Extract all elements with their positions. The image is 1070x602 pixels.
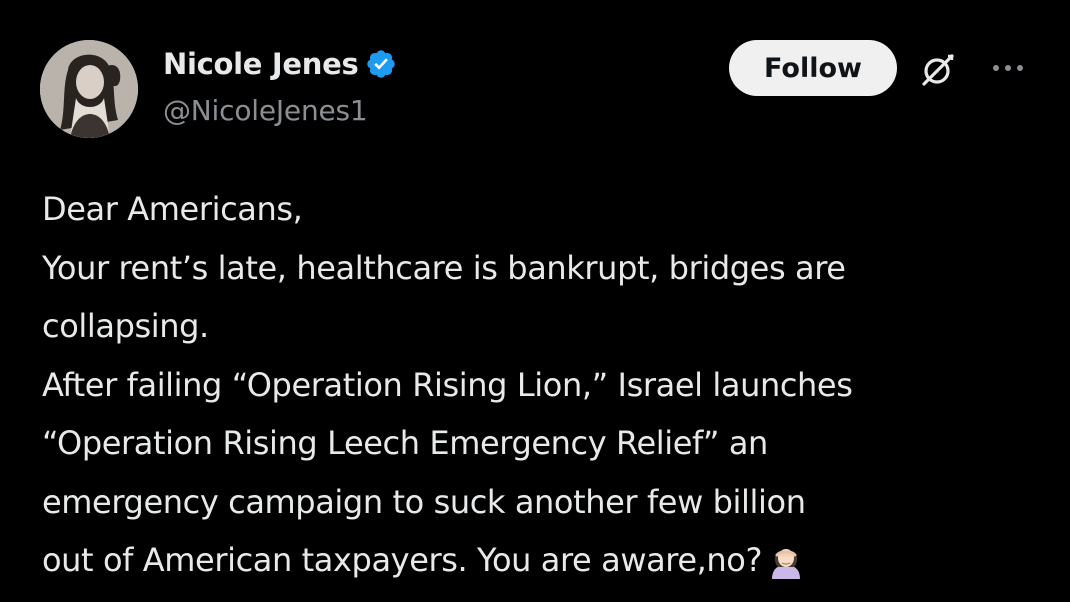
verified-badge-icon[interactable] — [365, 48, 397, 80]
author-display-name[interactable]: Nicole Jenes — [163, 47, 359, 81]
post-line: emergency campaign to suck another few b… — [42, 482, 806, 521]
tweet-card: Nicole Jenes @NicoleJenes1 Follow Dear A… — [0, 0, 1070, 602]
author-handle[interactable]: @NicoleJenes1 — [163, 94, 368, 127]
grok-icon[interactable] — [918, 50, 958, 90]
avatar[interactable] — [40, 40, 138, 138]
more-horizontal-icon[interactable] — [990, 58, 1026, 78]
post-line: collapsing. — [42, 307, 209, 345]
avatar-image — [40, 40, 138, 138]
post-line: After failing “Operation Rising Lion,” I… — [42, 365, 853, 404]
post-line-text: out of American taxpayers. You are aware… — [42, 541, 763, 579]
post-text: Dear Americans, Your rent’s late, health… — [42, 180, 1052, 590]
author-name-row: Nicole Jenes — [163, 44, 397, 84]
post-line-last: out of American taxpayers. You are aware… — [42, 531, 1052, 590]
follow-button[interactable]: Follow — [729, 40, 897, 96]
post-line: Your rent’s late, healthcare is bankrupt… — [42, 248, 846, 287]
post-line: “Operation Rising Leech Emergency Relief… — [42, 424, 768, 462]
woman-facepalming-emoji-icon — [766, 539, 806, 579]
post-line: Dear Americans, — [42, 190, 303, 228]
